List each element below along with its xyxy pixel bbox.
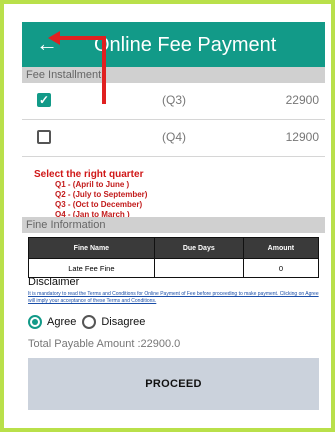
fine-information-header: Fine Information bbox=[22, 217, 325, 233]
fine-col-name: Fine Name bbox=[28, 237, 155, 259]
checkbox-q3[interactable]: ✓ bbox=[37, 93, 51, 107]
fine-col-due-days: Due Days bbox=[153, 237, 244, 259]
annotation-line-q2: Q2 - (July to September) bbox=[55, 190, 148, 199]
fine-name-cell: Late Fee Fine bbox=[28, 258, 155, 278]
screen: ← Online Fee Payment Fee Installment ✓ (… bbox=[22, 22, 325, 422]
total-payable: Total Payable Amount :22900.0 bbox=[28, 338, 181, 350]
proceed-button[interactable]: PROCEED bbox=[28, 358, 319, 410]
terms-link[interactable]: It is mandatory to read the Terms and Co… bbox=[28, 291, 320, 305]
installment-row-q4[interactable]: (Q4) 12900 bbox=[22, 120, 325, 157]
installment-row-q3[interactable]: ✓ (Q3) 22900 bbox=[22, 83, 325, 120]
table-row: Late Fee Fine 0 bbox=[28, 258, 320, 278]
amount-q3: 22900 bbox=[285, 93, 319, 107]
annotation-line-q3: Q3 - (Oct to December) bbox=[55, 200, 143, 209]
fine-table-header-row: Fine Name Due Days Amount bbox=[28, 237, 320, 259]
disclaimer-title: Disclaimer bbox=[28, 276, 80, 288]
quarter-label-q4: (Q4) bbox=[162, 130, 186, 144]
checkbox-q4[interactable] bbox=[37, 130, 51, 144]
fine-col-amount: Amount bbox=[242, 237, 320, 259]
app-bar: ← Online Fee Payment bbox=[22, 22, 325, 67]
agree-radio[interactable] bbox=[28, 315, 42, 329]
disagree-label[interactable]: Disagree bbox=[101, 316, 145, 328]
page-title: Online Fee Payment bbox=[94, 34, 277, 56]
fine-amount-cell: 0 bbox=[242, 258, 320, 278]
screenshot-frame: ← Online Fee Payment Fee Installment ✓ (… bbox=[0, 0, 335, 432]
fine-table: Fine Name Due Days Amount Late Fee Fine … bbox=[28, 237, 320, 278]
annotation-arrow-shaft bbox=[58, 36, 106, 40]
quarter-label-q3: (Q3) bbox=[162, 93, 186, 107]
due-days-cell bbox=[153, 258, 244, 278]
disagree-radio[interactable] bbox=[82, 315, 97, 329]
annotation-heading: Select the right quarter bbox=[34, 169, 144, 180]
agree-label[interactable]: Agree bbox=[47, 316, 76, 328]
annotation-line-q1: Q1 - (April to June ) bbox=[55, 180, 130, 189]
quarter-annotation: Select the right quarter Q1 - (April to … bbox=[22, 169, 325, 221]
annotation-arrowhead-icon bbox=[48, 31, 60, 45]
consent-radio-group: Agree Disagree bbox=[28, 312, 151, 332]
annotation-arrow-stem bbox=[102, 36, 106, 104]
amount-q4: 12900 bbox=[285, 130, 319, 144]
fee-installment-header: Fee Installment bbox=[22, 67, 325, 83]
